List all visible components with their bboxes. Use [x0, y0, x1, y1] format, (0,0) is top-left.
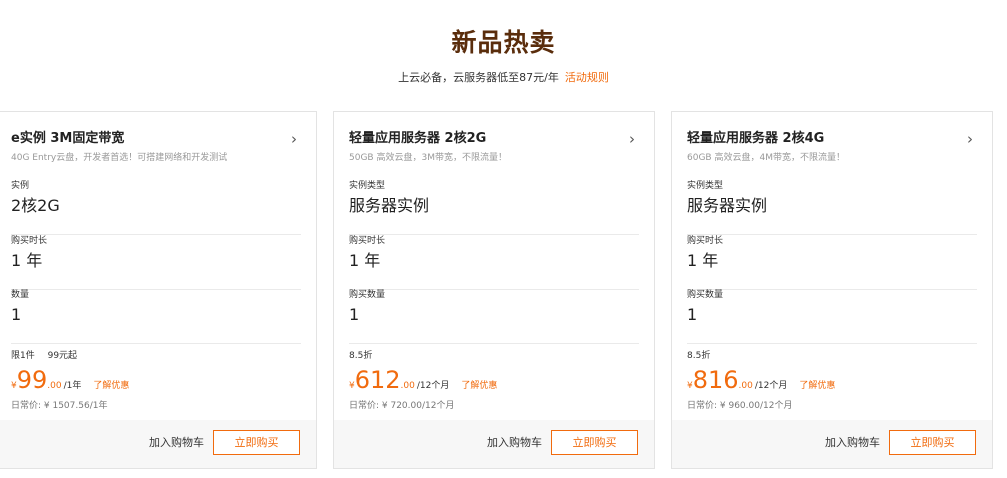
duration-field: 购买时长 1 年: [11, 235, 301, 290]
quantity-field: 购买数量 1: [687, 289, 977, 344]
field-label: 购买数量: [687, 290, 724, 300]
price-row: ¥99.00/1年 了解优惠: [11, 366, 129, 394]
card-title: e实例 3M固定带宽: [11, 131, 125, 146]
field-label: 购买数量: [349, 290, 386, 300]
product-card-lightweight-2c4g: 轻量应用服务器 2核4G 60GB 高效云盘，4M带宽，不限流量！ › 实例类型…: [671, 111, 993, 469]
instance-select[interactable]: 2核2G: [11, 195, 60, 217]
price-decimal: .00: [400, 381, 415, 391]
instance-field: 实例 2核2G: [11, 180, 301, 235]
duration-select[interactable]: 1 年: [687, 250, 718, 272]
original-price: 日常价: ¥ 1507.56/1年: [11, 401, 108, 411]
quantity-field: 购买数量 1: [349, 289, 639, 344]
original-price: 日常价: ¥ 960.00/12个月: [687, 401, 793, 411]
promo-tags: 8.5折: [349, 349, 382, 363]
price-row: ¥612.00/12个月 了解优惠: [349, 366, 497, 394]
section-subtitle: 上云必备，云服务器低至87元/年 活动规则: [0, 70, 1007, 86]
field-label: 购买时长: [687, 236, 724, 246]
buy-now-button[interactable]: 立即购买: [551, 430, 638, 455]
instance-type-select[interactable]: 服务器实例: [349, 195, 429, 217]
chevron-right-icon[interactable]: ›: [291, 131, 297, 147]
discount-info-link[interactable]: 了解优惠: [461, 381, 497, 391]
price-unit: /1年: [63, 381, 82, 391]
promo-tags: 8.5折: [687, 349, 720, 363]
subtitle-text: 上云必备，云服务器低至87元/年: [398, 71, 559, 84]
quantity-select[interactable]: 1: [349, 304, 359, 326]
card-header[interactable]: 轻量应用服务器 2核2G 50GB 高效云盘，3M带宽，不限流量！ ›: [349, 130, 639, 170]
field-label: 数量: [11, 290, 30, 300]
price-decimal: .00: [738, 381, 753, 391]
field-label: 实例类型: [349, 181, 386, 191]
product-card-e-instance: e实例 3M固定带宽 40G Entry云盘，开发者首选！可搭建网络和开发测试 …: [0, 111, 317, 469]
price-integer: 99: [16, 366, 48, 394]
price-unit: /12个月: [416, 381, 450, 391]
discount-info-link[interactable]: 了解优惠: [799, 381, 835, 391]
add-to-cart-button[interactable]: 加入购物车: [825, 435, 880, 451]
field-label: 购买时长: [349, 236, 386, 246]
card-footer: 加入购物车 立即购买: [0, 420, 316, 468]
price-row: ¥816.00/12个月 了解优惠: [687, 366, 835, 394]
quantity-field: 数量 1: [11, 289, 301, 344]
instance-type-field: 实例类型 服务器实例: [687, 180, 977, 235]
original-price: 日常价: ¥ 720.00/12个月: [349, 401, 455, 411]
limit-tag: 限1件: [11, 351, 35, 361]
card-description: 50GB 高效云盘，3M带宽，不限流量！: [349, 153, 507, 163]
activity-rules-link[interactable]: 活动规则: [565, 71, 609, 84]
promo-tags: 限1件 99元起: [11, 349, 87, 363]
card-header[interactable]: e实例 3M固定带宽 40G Entry云盘，开发者首选！可搭建网络和开发测试 …: [11, 130, 301, 170]
buy-now-button[interactable]: 立即购买: [213, 430, 300, 455]
duration-select[interactable]: 1 年: [11, 250, 42, 272]
product-card-lightweight-2c2g: 轻量应用服务器 2核2G 50GB 高效云盘，3M带宽，不限流量！ › 实例类型…: [333, 111, 655, 469]
discount-tag: 8.5折: [349, 351, 373, 361]
duration-field: 购买时长 1 年: [349, 235, 639, 290]
chevron-right-icon[interactable]: ›: [629, 131, 635, 147]
section-title: 新品热卖: [451, 28, 556, 57]
add-to-cart-button[interactable]: 加入购物车: [149, 435, 204, 451]
chevron-right-icon[interactable]: ›: [967, 131, 973, 147]
quantity-select[interactable]: 1: [687, 304, 697, 326]
card-header[interactable]: 轻量应用服务器 2核4G 60GB 高效云盘，4M带宽，不限流量！ ›: [687, 130, 977, 170]
instance-type-field: 实例类型 服务器实例: [349, 180, 639, 235]
buy-now-button[interactable]: 立即购买: [889, 430, 976, 455]
card-description: 60GB 高效云盘，4M带宽，不限流量！: [687, 153, 845, 163]
price-integer: 612: [354, 366, 401, 394]
duration-select[interactable]: 1 年: [349, 250, 380, 272]
quantity-select[interactable]: 1: [11, 304, 21, 326]
field-label: 实例: [11, 181, 30, 191]
card-footer: 加入购物车 立即购买: [334, 420, 654, 468]
discount-info-link[interactable]: 了解优惠: [93, 381, 129, 391]
price-from-tag: 99元起: [47, 351, 78, 361]
price-integer: 816: [692, 366, 739, 394]
card-title: 轻量应用服务器 2核4G: [687, 131, 825, 146]
duration-field: 购买时长 1 年: [687, 235, 977, 290]
price-unit: /12个月: [754, 381, 788, 391]
field-label: 购买时长: [11, 236, 48, 246]
price-decimal: .00: [47, 381, 62, 391]
add-to-cart-button[interactable]: 加入购物车: [487, 435, 542, 451]
instance-type-select[interactable]: 服务器实例: [687, 195, 767, 217]
card-footer: 加入购物车 立即购买: [672, 420, 992, 468]
discount-tag: 8.5折: [687, 351, 711, 361]
card-description: 40G Entry云盘，开发者首选！可搭建网络和开发测试: [11, 153, 228, 163]
card-title: 轻量应用服务器 2核2G: [349, 131, 487, 146]
field-label: 实例类型: [687, 181, 724, 191]
